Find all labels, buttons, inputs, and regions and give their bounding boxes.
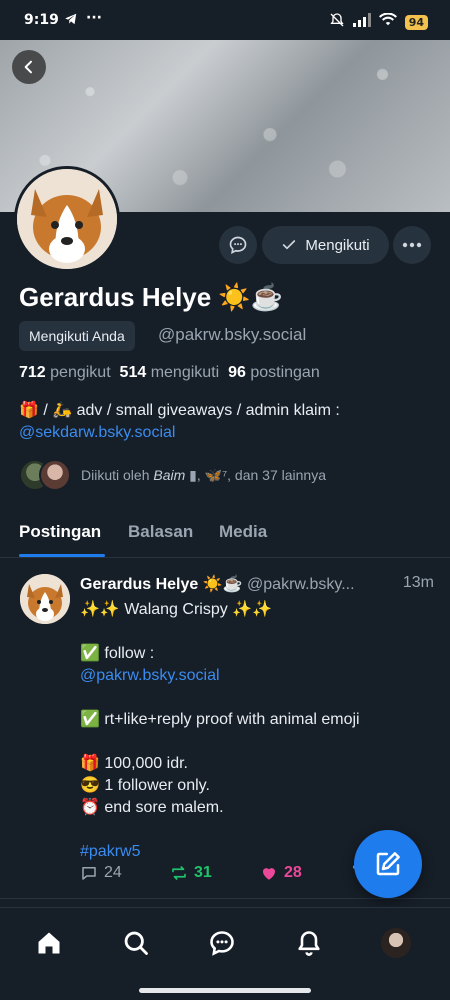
- nav-notifications[interactable]: [292, 926, 326, 960]
- followed-by-name: Baim: [153, 466, 186, 483]
- post-author-handle: @pakrw.bsky...: [247, 576, 355, 593]
- status-bar: 9:19 ··· 94: [0, 0, 450, 40]
- following-label: mengikuti: [150, 364, 220, 381]
- mute-icon: [329, 12, 345, 32]
- post-mention-link[interactable]: @pakrw.bsky.social: [80, 665, 430, 687]
- profile-handle: @pakrw.bsky.social: [158, 325, 307, 344]
- followed-by-text: Diikuti oleh Baim ▮, 🦋⁷, dan 37 lainnya: [81, 467, 326, 484]
- post-line: [80, 731, 430, 753]
- profile-display-name: Gerardus Helye ☀️☕: [19, 282, 284, 312]
- profile-avatar-icon: [381, 928, 411, 958]
- ellipsis-icon: [402, 242, 422, 248]
- home-icon: [38, 932, 60, 954]
- nav-home[interactable]: [32, 926, 66, 960]
- like-button[interactable]: 28: [260, 864, 302, 882]
- profile-bio: 🎁 / 🛵 adv / small giveaways / admin klai…: [19, 400, 429, 444]
- compose-post-button[interactable]: [354, 830, 422, 898]
- followers-stat[interactable]: 712 pengikut: [19, 364, 111, 381]
- chat-bubble-icon: [210, 931, 234, 956]
- post-actions: 24 31 28: [80, 864, 380, 888]
- bio-mention-link[interactable]: @sekdarw.bsky.social: [19, 422, 429, 444]
- like-count: 28: [284, 864, 302, 881]
- telegram-icon: [64, 12, 78, 30]
- followers-count: 712: [19, 364, 46, 381]
- repost-button[interactable]: 31: [170, 864, 212, 882]
- home-indicator[interactable]: [139, 988, 311, 993]
- post-line: ✨✨ Walang Crispy ✨✨: [80, 601, 273, 618]
- bottom-navigation: [0, 907, 450, 1000]
- repost-count: 31: [194, 864, 212, 881]
- posts-count: 96: [228, 364, 246, 381]
- chat-bubble-icon: [229, 236, 247, 254]
- check-icon: [283, 240, 296, 250]
- following-button-label: Mengikuti: [305, 236, 370, 254]
- profile-stats: 712 pengikut 514 mengikuti 96 postingan: [19, 364, 320, 382]
- reply-button[interactable]: 24: [80, 864, 122, 882]
- wifi-icon: [378, 12, 397, 31]
- post-line: 😎 1 follower only.: [80, 777, 210, 794]
- known-followers[interactable]: Diikuti oleh Baim ▮, 🦋⁷, dan 37 lainnya: [19, 458, 326, 492]
- reply-count: 24: [104, 864, 122, 881]
- profile-tabs: Postingan Balasan Media: [0, 510, 450, 558]
- following-button[interactable]: Mengikuti: [262, 226, 389, 264]
- post-author-avatar[interactable]: [20, 574, 70, 624]
- post-line: 🎁 100,000 idr.: [80, 755, 188, 772]
- post-header: Gerardus Helye ☀️☕ @pakrw.bsky... 13m: [80, 574, 440, 594]
- followed-by-prefix: Diikuti oleh: [81, 466, 154, 483]
- followers-label: pengikut: [50, 364, 111, 381]
- post-line: ✅ rt+like+reply proof with animal emoji: [80, 711, 360, 728]
- post-line: [80, 621, 430, 643]
- follows-you-badge: Mengikuti Anda: [19, 321, 135, 351]
- status-time: 9:19: [24, 12, 59, 28]
- nav-messages[interactable]: [205, 926, 239, 960]
- known-follower-avatar: [39, 459, 71, 491]
- post-line: [80, 687, 430, 709]
- chevron-left-icon: [24, 60, 32, 74]
- bell-icon: [298, 931, 320, 956]
- tab-posts[interactable]: Postingan: [19, 522, 101, 542]
- tab-replies[interactable]: Balasan: [128, 522, 193, 542]
- post-timestamp: 13m: [398, 574, 434, 592]
- repost-icon: [172, 866, 186, 880]
- heart-icon: [263, 868, 275, 880]
- posts-stat: 96 postingan: [228, 364, 320, 381]
- back-button[interactable]: [12, 50, 46, 84]
- signal-icon: [352, 13, 371, 31]
- profile-avatar[interactable]: [14, 166, 120, 272]
- followed-by-suffix: ▮, 🦋⁷, dan 37 lainnya: [185, 466, 327, 483]
- posts-label: postingan: [250, 364, 320, 381]
- more-options-button[interactable]: [393, 226, 431, 264]
- bio-text: 🎁 / 🛵 adv / small giveaways / admin klai…: [19, 402, 340, 419]
- tab-media[interactable]: Media: [219, 522, 267, 542]
- post-line: ⏰ end sore malem.: [80, 799, 224, 816]
- compose-icon: [376, 852, 400, 876]
- active-tab-indicator: [19, 554, 105, 557]
- nav-profile[interactable]: [379, 926, 413, 960]
- message-button[interactable]: [219, 226, 257, 264]
- following-stat[interactable]: 514 mengikuti: [120, 364, 220, 381]
- nav-search[interactable]: [119, 926, 153, 960]
- battery-icon: 94: [404, 14, 428, 30]
- search-icon: [124, 931, 148, 955]
- more-dots-icon: ···: [86, 10, 102, 26]
- post-line: ✅ follow :: [80, 645, 155, 662]
- post-body: ✨✨ Walang Crispy ✨✨ ✅ follow : @pakrw.bs…: [80, 599, 430, 863]
- following-count: 514: [119, 364, 147, 381]
- reply-icon: [82, 867, 96, 880]
- post-author-name[interactable]: Gerardus Helye ☀️☕: [80, 576, 243, 593]
